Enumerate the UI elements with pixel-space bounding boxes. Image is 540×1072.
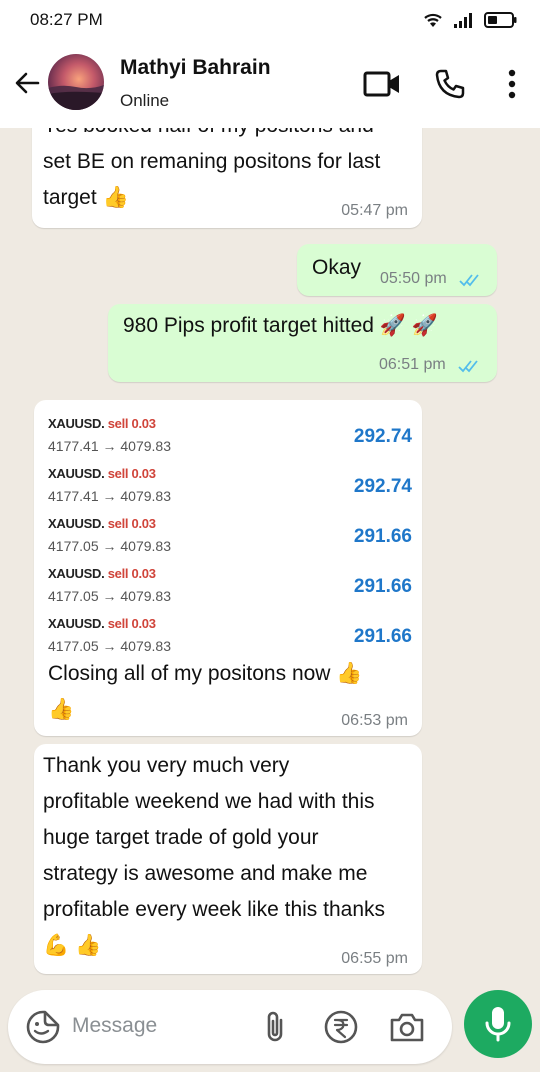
trade-prices: 4177.05 → 4079.83 (48, 638, 171, 654)
trade-row: XAUUSD. sell 0.03 4177.05 → 4079.83 291.… (48, 516, 412, 562)
rupee-payment-icon (324, 1010, 358, 1044)
trade-row: XAUUSD. sell 0.03 4177.05 → 4079.83 291.… (48, 566, 412, 612)
trade-prices: 4177.05 → 4079.83 (48, 588, 171, 604)
message-text: Okay (312, 256, 362, 279)
trade-side: sell 0.03 (107, 616, 156, 631)
trade-side: sell 0.03 (107, 416, 156, 431)
trade-profit: 291.66 (353, 626, 412, 647)
voice-call-button[interactable] (430, 64, 470, 104)
message-bubble-incoming[interactable]: XAUUSD. sell 0.03 4177.41 → 4079.83 292.… (34, 400, 422, 736)
trade-symbol: XAUUSD. (48, 466, 105, 481)
trade-prices: 4177.41 → 4079.83 (48, 438, 171, 454)
trade-symbol: XAUUSD. (48, 616, 105, 631)
status-time: 08:27 PM (30, 10, 103, 29)
status-icons (422, 11, 518, 29)
message-line: strategy is awesome and make me (43, 862, 368, 885)
attach-icon (267, 1011, 283, 1042)
trade-side: sell 0.03 (107, 466, 156, 481)
message-line: set BE on remaning positons for last (43, 150, 381, 173)
back-arrow-icon[interactable] (12, 68, 42, 98)
signal-icon (454, 13, 472, 28)
message-time: 06:53 pm (341, 712, 408, 729)
avatar[interactable] (48, 54, 104, 110)
message-line: Closing all of my positons now 👍 (48, 662, 363, 685)
trade-symbol: XAUUSD. (48, 416, 105, 431)
message-bubble-incoming[interactable]: Thank you very much very profitable week… (34, 744, 422, 974)
video-call-icon (363, 71, 399, 97)
trade-profit: 291.66 (353, 526, 412, 547)
trade-prices: 4177.41 → 4079.83 (48, 488, 171, 504)
trade-symbol: XAUUSD. (48, 566, 105, 581)
message-input[interactable]: Message (72, 1014, 157, 1038)
message-bubble-incoming[interactable]: Yes booked half of my positons and set B… (32, 128, 422, 228)
message-line: 💪 👍 (43, 934, 102, 957)
message-line: huge target trade of gold your (43, 826, 319, 849)
contact-status: Online (120, 91, 170, 110)
message-time: 05:47 pm (341, 202, 408, 219)
sticker-icon (26, 1010, 60, 1044)
message-line: profitable weekend we had with this (43, 790, 375, 813)
message-bubble-outgoing[interactable]: Okay 05:50 pm (297, 244, 497, 296)
attach-button[interactable] (256, 1008, 294, 1046)
more-options-icon (508, 69, 516, 99)
trade-profit: 291.66 (353, 576, 412, 597)
trade-side: sell 0.03 (107, 516, 156, 531)
trade-row: XAUUSD. sell 0.03 4177.41 → 4079.83 292.… (48, 466, 412, 512)
message-time: 05:50 pm (380, 270, 447, 287)
message-text: 980 Pips profit target hitted 🚀 🚀 (123, 314, 438, 337)
more-options-button[interactable] (492, 64, 532, 104)
trade-row: XAUUSD. sell 0.03 4177.41 → 4079.83 292.… (48, 416, 412, 462)
status-bar: 08:27 PM (0, 0, 540, 40)
message-line: Thank you very much very (43, 754, 290, 777)
message-bubble-outgoing[interactable]: 980 Pips profit target hitted 🚀 🚀 06:51 … (108, 304, 497, 382)
camera-button[interactable] (388, 1008, 426, 1046)
trade-profit: 292.74 (353, 426, 412, 447)
trade-profit: 292.74 (353, 476, 412, 497)
message-line: 👍 (48, 698, 75, 721)
message-line: profitable every week like this thanks (43, 898, 385, 921)
sticker-button[interactable] (24, 1008, 62, 1046)
trade-prices: 4177.05 → 4079.83 (48, 538, 171, 554)
message-line: target 👍 (43, 186, 129, 209)
video-call-button[interactable] (362, 64, 402, 104)
message-input-bar[interactable]: Message (8, 990, 452, 1064)
message-time: 06:51 pm (379, 356, 446, 373)
voice-record-button[interactable] (464, 990, 532, 1058)
chat-area[interactable]: Yes booked half of my positons and set B… (0, 128, 540, 992)
payment-button[interactable] (322, 1008, 360, 1046)
camera-icon (390, 1013, 424, 1042)
trade-side: sell 0.03 (107, 566, 156, 581)
mic-icon (485, 1007, 511, 1042)
battery-icon (484, 12, 517, 28)
wifi-icon (424, 13, 442, 27)
chat-header: Mathyi Bahrain Online (0, 40, 540, 128)
message-time: 06:55 pm (341, 950, 408, 967)
message-line: Yes booked half of my positons and (43, 128, 374, 144)
trade-symbol: XAUUSD. (48, 516, 105, 531)
read-ticks-icon (458, 360, 478, 373)
phone-call-icon (435, 69, 465, 99)
contact-name[interactable]: Mathyi Bahrain (120, 56, 271, 80)
read-ticks-icon (459, 274, 479, 287)
